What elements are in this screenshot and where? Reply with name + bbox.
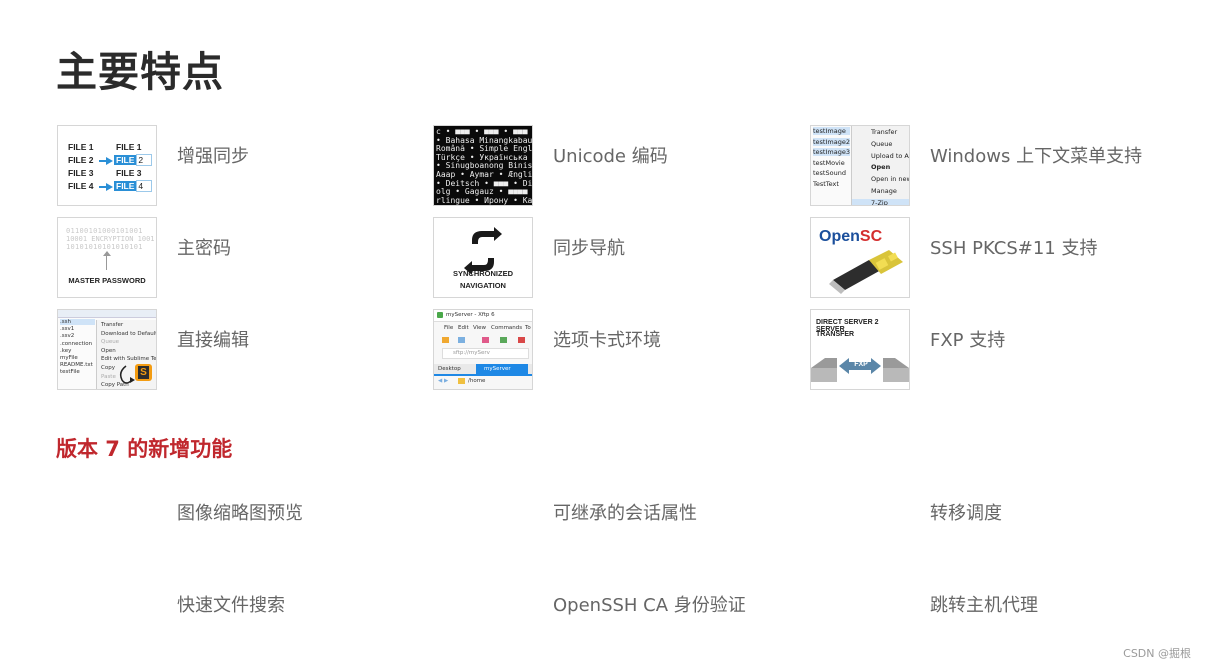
fxp-badge: FXP xyxy=(854,361,868,368)
arrow-right-icon xyxy=(106,183,113,191)
menu-item: Commands xyxy=(491,325,523,331)
context-menu-icon: testImage testImage2 testImage3 testMovie te… xyxy=(810,125,910,206)
feature-label[interactable]: FXP 支持 xyxy=(930,326,1005,352)
arrow-right-icon xyxy=(106,157,113,165)
folder-icon xyxy=(458,378,465,384)
watermark-credit: CSDN @掘根 xyxy=(1123,647,1191,660)
file-item: testImage xyxy=(813,127,850,135)
new-feature-jump-host[interactable]: 跳转主机代理 xyxy=(930,591,1038,617)
feature-label[interactable]: 主密码 xyxy=(177,234,231,260)
arrow-up-head xyxy=(103,251,111,256)
feature-label[interactable]: 同步导航 xyxy=(553,234,625,260)
tab-myserver: myServer xyxy=(484,366,511,372)
window-title: myServer - Xftp 6 xyxy=(446,312,495,318)
thumb-caption: SYNCHRONIZED xyxy=(452,269,513,278)
direct-edit-icon: .ssh .ssv1 .ssv2 .connection .key myFile READM… xyxy=(57,309,157,390)
menu-item: Manage xyxy=(871,187,897,195)
context-menu: Transfer Queue Upload to All Open Open in ne… xyxy=(851,126,910,205)
folder-icon xyxy=(442,337,449,343)
menu-item: Open in new ... xyxy=(871,175,909,184)
master-password-icon: 01100101000101001 10001 ENCRYPTION 1001 … xyxy=(57,217,157,298)
toolbar-icon xyxy=(458,337,465,343)
feature-label[interactable]: 直接编辑 xyxy=(177,326,249,352)
feature-label[interactable]: Windows 上下文菜单支持 xyxy=(930,142,1142,168)
thumb-text: FILE 3 xyxy=(68,168,94,178)
thumb-text: 4 xyxy=(136,180,153,192)
thumb-caption: NAVIGATION xyxy=(460,281,506,290)
tab-underline xyxy=(434,374,532,376)
file-item: testImage3 xyxy=(813,148,850,156)
thumb-text: FILE 3 xyxy=(116,168,142,178)
thumb-text: FILE 1 xyxy=(68,142,94,152)
toolbar xyxy=(442,336,527,345)
opensc-smartcard-icon: OpenSC xyxy=(810,217,910,298)
menu-item: Queue xyxy=(871,139,893,148)
new-feature-thumbnail-preview[interactable]: 图像缩略图预览 xyxy=(177,499,303,525)
feature-label[interactable]: SSH PKCS#11 支持 xyxy=(930,234,1097,260)
address-bar: sftp://myServ xyxy=(442,348,529,359)
tab-bar: Desktop myServer xyxy=(434,364,532,374)
menu-item: Open xyxy=(871,163,891,172)
feature-label[interactable]: Unicode 编码 xyxy=(553,142,668,168)
nav-arrows: ◀ ▶ xyxy=(438,378,449,384)
file-item: testSound xyxy=(813,169,846,177)
toolbar-icon xyxy=(500,337,507,343)
page-title: 主要特点 xyxy=(56,48,224,96)
new-feature-inheritable-session[interactable]: 可继承的会话属性 xyxy=(553,499,697,525)
thumb-text: FILE 2 xyxy=(68,155,94,165)
address-text: sftp://myServ xyxy=(453,350,490,356)
thumb-text: FILE 4 xyxy=(68,181,94,191)
new-feature-transfer-scheduling[interactable]: 转移调度 xyxy=(930,499,1002,525)
menu-item: Upload to All xyxy=(871,151,910,160)
toolbar-icon xyxy=(518,337,525,343)
toolbar-icon xyxy=(482,337,489,343)
thumb-text: FILE xyxy=(114,155,137,165)
menu-item: To xyxy=(525,325,531,331)
feature-label[interactable]: 增强同步 xyxy=(177,142,249,168)
unicode-line: rlingue • Ирону • Kalaa xyxy=(436,195,533,205)
thumb-text: 2 xyxy=(136,154,153,166)
thumb-caption: MASTER PASSWORD xyxy=(68,276,146,285)
file-item: testImage2 xyxy=(813,137,850,146)
sync-files-icon: FILE 1 FILE 2 FILE 3 FILE 4 FILE 1 FILE 2… xyxy=(57,125,157,206)
path-text: /home xyxy=(468,378,486,384)
unicode-text-icon: c • ■■■ • ■■■ • ■■■ • Bahasa Minangkabau … xyxy=(433,125,533,206)
tab-desktop: Desktop xyxy=(438,366,461,372)
file-item: TestText xyxy=(813,179,839,188)
menu-item: Transfer xyxy=(871,128,898,136)
encryption-text: 10001 ENCRYPTION 1001 xyxy=(66,235,155,243)
menu-item: 7-Zip xyxy=(852,198,909,205)
synchronized-navigation-icon: SYNCHRONIZED NAVIGATION xyxy=(433,217,533,298)
thumb-text: FILE xyxy=(114,181,137,191)
window-titlebar: myServer - Xftp 6 xyxy=(434,310,532,322)
binary-text: 01100101000101001 xyxy=(66,227,143,235)
thumb-text: FILE 1 xyxy=(116,142,142,152)
new-feature-quick-file-search[interactable]: 快速文件搜索 xyxy=(177,591,285,617)
binary-text: 10001 ENCRYPTION 1001 xyxy=(66,235,155,243)
menu-item: Edit xyxy=(458,325,469,331)
app-icon xyxy=(437,312,443,318)
binary-text: 10101010101010101 xyxy=(66,243,143,251)
section-subtitle: 版本 7 的新增功能 xyxy=(56,437,233,461)
server-transfer-icon xyxy=(811,358,909,382)
tabbed-environment-icon: myServer - Xftp 6 File Edit View Command… xyxy=(433,309,533,390)
tab-active: myServer xyxy=(476,364,528,374)
menu-item: File xyxy=(444,325,454,331)
feature-label[interactable]: 选项卡式环境 xyxy=(553,326,661,352)
usb-token-icon xyxy=(829,250,903,294)
file-item: testMovie xyxy=(813,158,845,167)
new-feature-openssh-ca[interactable]: OpenSSH CA 身份验证 xyxy=(553,591,746,617)
curved-arrow-icon xyxy=(119,365,135,384)
fxp-transfer-icon: DIRECT SERVER 2 SERVER TRANSFER FXP xyxy=(810,309,910,390)
menu-item: View xyxy=(473,325,487,331)
